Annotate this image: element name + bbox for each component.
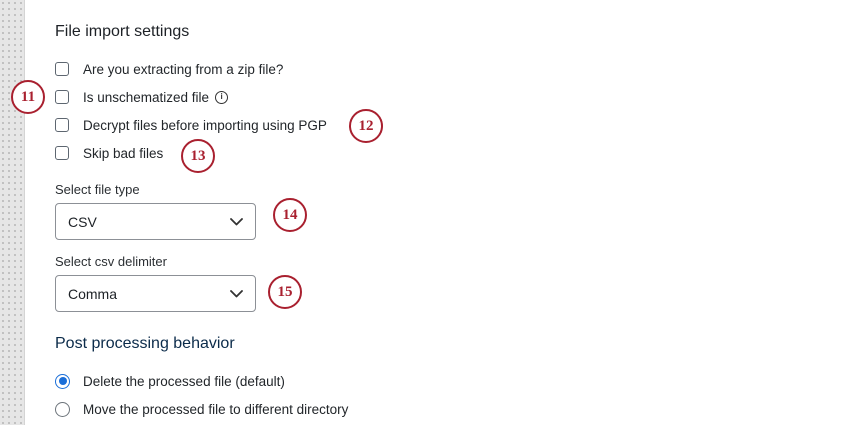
zip-file-label: Are you extracting from a zip file?: [83, 61, 284, 77]
delete-processed-radio[interactable]: [55, 373, 70, 389]
decrypt-pgp-option[interactable]: Decrypt files before importing using PGP: [55, 115, 327, 135]
info-icon[interactable]: i: [215, 90, 229, 104]
unschematized-file-option[interactable]: Is unschematized file i: [55, 87, 229, 107]
skip-bad-files-label: Skip bad files: [83, 145, 164, 161]
file-type-label: Select file type: [55, 182, 140, 197]
csv-delimiter-value: Comma: [68, 285, 118, 302]
left-panel-edge: [0, 0, 25, 425]
csv-delimiter-select[interactable]: Comma: [55, 275, 256, 312]
callout-14: 14: [273, 198, 307, 232]
file-type-select[interactable]: CSV: [55, 203, 256, 240]
skip-bad-files-checkbox[interactable]: [55, 146, 69, 160]
move-processed-radio[interactable]: [55, 401, 70, 417]
callout-12: 12: [349, 109, 383, 143]
chevron-down-icon: [230, 289, 243, 297]
move-processed-label: Move the processed file to different dir…: [83, 401, 349, 417]
callout-15: 15: [268, 275, 302, 309]
unschematized-file-label: Is unschematized file: [83, 89, 210, 105]
skip-bad-files-option[interactable]: Skip bad files: [55, 143, 163, 163]
unschematized-file-checkbox[interactable]: [55, 90, 69, 104]
delete-processed-option[interactable]: Delete the processed file (default): [55, 371, 285, 391]
file-type-value: CSV: [68, 213, 97, 230]
decrypt-pgp-checkbox[interactable]: [55, 118, 69, 132]
callout-13: 13: [181, 139, 215, 173]
file-import-settings-title: File import settings: [55, 23, 190, 40]
delete-processed-label: Delete the processed file (default): [83, 373, 285, 389]
decrypt-pgp-label: Decrypt files before importing using PGP: [83, 117, 327, 133]
chevron-down-icon: [230, 217, 243, 225]
zip-file-option[interactable]: Are you extracting from a zip file?: [55, 59, 283, 79]
callout-11: 11: [11, 80, 45, 114]
post-processing-title: Post processing behavior: [55, 335, 235, 352]
move-processed-option[interactable]: Move the processed file to different dir…: [55, 399, 348, 419]
csv-delimiter-label: Select csv delimiter: [55, 254, 167, 269]
zip-file-checkbox[interactable]: [55, 62, 69, 76]
